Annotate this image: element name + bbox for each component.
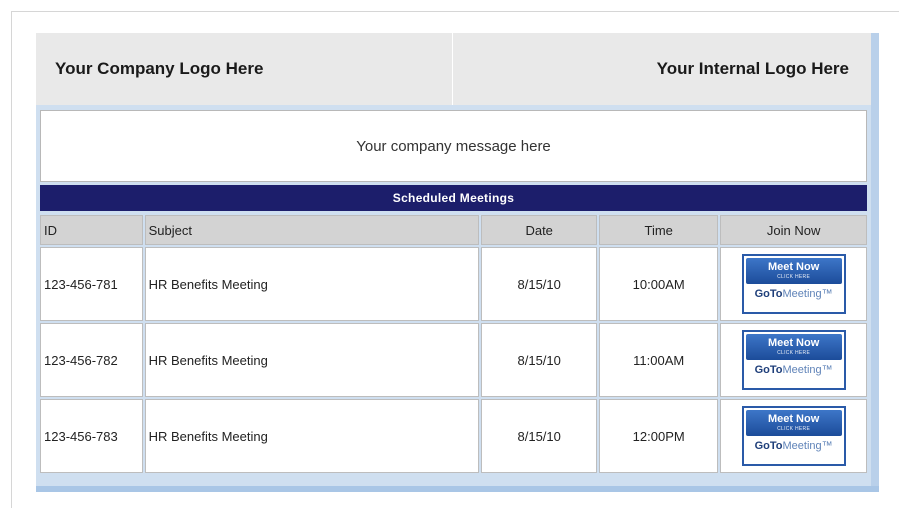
gotomeeting-logo: GoToMeeting™ [746,365,842,376]
column-header-join-now: Join Now [720,215,867,245]
table-row: 123-456-783 HR Benefits Meeting 8/15/10 … [40,399,867,473]
meeting-date: 8/15/10 [481,399,598,473]
company-logo-placeholder: Your Company Logo Here [36,33,453,105]
meetings-table: ID Subject Date Time Join Now 123-456-78… [38,213,869,475]
brand-goto: GoTo [754,364,783,376]
brand-goto: GoTo [754,288,783,300]
section-title: Scheduled Meetings [40,185,867,211]
column-header-date: Date [481,215,598,245]
meet-now-banner: Meet Now CLICK HERE [745,334,842,360]
brand-meeting: Meeting [782,364,822,376]
column-header-subject: Subject [144,215,480,245]
page-frame-left-border [11,11,12,508]
table-row: 123-456-781 HR Benefits Meeting 8/15/10 … [40,247,867,321]
page-frame-top-border [11,11,899,12]
table-header-row: ID Subject Date Time Join Now [40,215,867,245]
gotomeeting-logo: GoToMeeting™ [746,289,842,300]
meet-now-label: Meet Now [767,337,820,349]
panel-bottom-shadow [36,486,879,492]
click-here-label: CLICK HERE [777,426,811,432]
meeting-id: 123-456-782 [40,323,143,397]
click-here-label: CLICK HERE [777,274,811,280]
meet-now-button[interactable]: Meet Now CLICK HERE GoToMeeting™ [741,406,846,466]
meeting-date: 8/15/10 [481,247,598,321]
join-cell: Meet Now CLICK HERE GoToMeeting™ [720,247,867,321]
meeting-subject: HR Benefits Meeting [144,399,480,473]
table-row: 123-456-782 HR Benefits Meeting 8/15/10 … [40,323,867,397]
company-message: Your company message here [40,110,867,182]
meeting-subject: HR Benefits Meeting [144,247,480,321]
column-header-id: ID [40,215,143,245]
brand-goto: GoTo [754,440,783,452]
brand-trademark: ™ [821,288,833,300]
meet-now-banner: Meet Now CLICK HERE [745,410,842,436]
meeting-id: 123-456-783 [40,399,143,473]
join-cell: Meet Now CLICK HERE GoToMeeting™ [720,323,867,397]
meet-now-button[interactable]: Meet Now CLICK HERE GoToMeeting™ [741,330,846,390]
meet-now-button[interactable]: Meet Now CLICK HERE GoToMeeting™ [741,254,846,314]
logo-header: Your Company Logo Here Your Internal Log… [36,33,871,105]
meeting-subject: HR Benefits Meeting [144,323,480,397]
meeting-date: 8/15/10 [481,323,598,397]
meet-now-label: Meet Now [767,261,820,273]
brand-meeting: Meeting [782,288,822,300]
meeting-time: 10:00AM [599,247,719,321]
panel-right-shadow [871,33,879,492]
meeting-id: 123-456-781 [40,247,143,321]
meeting-time: 11:00AM [599,323,719,397]
gotomeeting-logo: GoToMeeting™ [746,441,842,452]
brand-trademark: ™ [821,364,833,376]
join-cell: Meet Now CLICK HERE GoToMeeting™ [720,399,867,473]
internal-logo-placeholder: Your Internal Logo Here [656,59,849,78]
meet-now-label: Meet Now [767,413,820,425]
meet-now-banner: Meet Now CLICK HERE [745,258,842,284]
click-here-label: CLICK HERE [777,350,811,356]
brand-meeting: Meeting [782,440,822,452]
meeting-time: 12:00PM [599,399,719,473]
column-header-time: Time [599,215,719,245]
brand-trademark: ™ [821,440,833,452]
